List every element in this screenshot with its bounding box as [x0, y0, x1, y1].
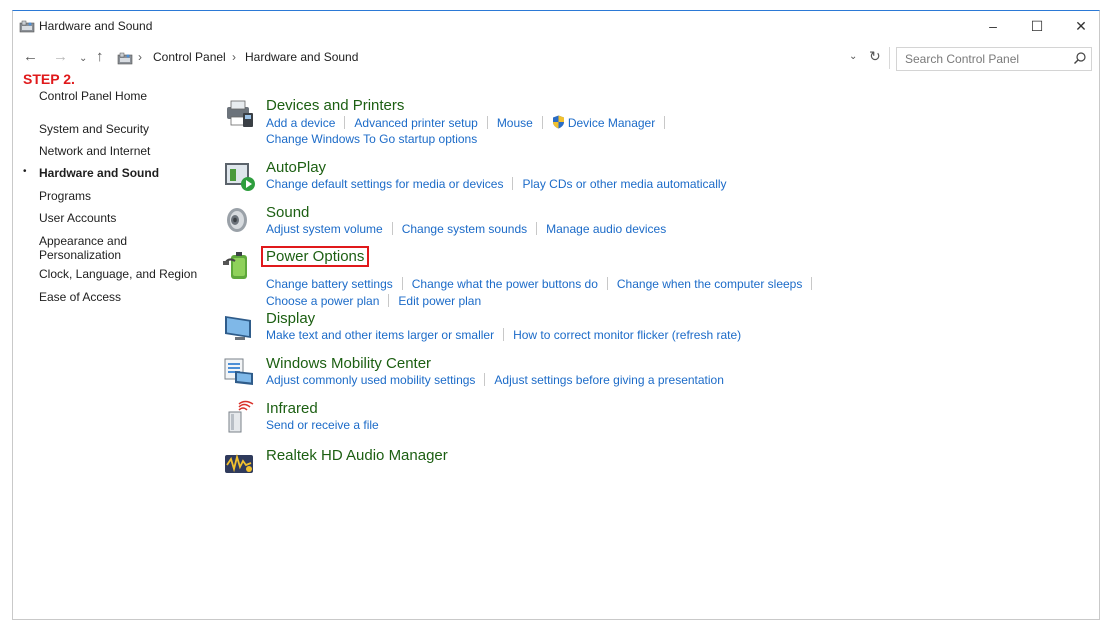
devices-links-row2: Change Windows To Go startup options — [266, 132, 477, 146]
step-label: STEP 2. — [23, 71, 75, 87]
link-separator — [401, 277, 403, 290]
divider — [889, 47, 890, 69]
search-input[interactable] — [897, 48, 1067, 70]
infrared-icon — [228, 400, 254, 433]
link-separator — [484, 373, 486, 386]
link-separator — [344, 116, 346, 129]
manage-audio-devices-link[interactable]: Manage audio devices — [546, 222, 666, 236]
breadcrumb-hardware-sound[interactable]: Hardware and Sound — [245, 50, 358, 64]
link-separator — [606, 277, 608, 290]
link-separator — [512, 177, 514, 190]
autoplay-links-row1: Change default settings for media or dev… — [266, 177, 727, 191]
close-button[interactable]: ✕ — [1059, 11, 1102, 41]
make-text-larger-link[interactable]: Make text and other items larger or smal… — [266, 328, 494, 342]
sidebar-item-ease-of-access[interactable]: Ease of Access — [39, 290, 121, 304]
control-panel-icon — [19, 20, 35, 33]
sound-title[interactable]: Sound — [266, 204, 309, 221]
link-separator — [541, 116, 543, 129]
title-bar: Hardware and Sound – ☐ ✕ — [13, 11, 1099, 41]
link-separator — [388, 294, 390, 307]
display-title[interactable]: Display — [266, 310, 315, 327]
choose-power-plan-link[interactable]: Choose a power plan — [266, 294, 379, 308]
maximize-button[interactable]: ☐ — [1015, 11, 1059, 41]
mobility-links-row1: Adjust commonly used mobility settings Ad… — [266, 373, 724, 387]
monitor-flicker-link[interactable]: How to correct monitor flicker (refresh … — [513, 328, 741, 342]
sidebar-item-clock-language-region[interactable]: Clock, Language, and Region — [39, 267, 197, 281]
devices-printers-icon — [227, 100, 253, 127]
change-power-buttons-link[interactable]: Change what the power buttons do — [412, 277, 598, 291]
sidebar-item-programs[interactable]: Programs — [39, 189, 91, 203]
refresh-button[interactable]: ↻ — [869, 48, 881, 65]
link-separator — [811, 277, 813, 290]
change-computer-sleeps-link[interactable]: Change when the computer sleeps — [617, 277, 802, 291]
display-links-row1: Make text and other items larger or smal… — [266, 328, 741, 342]
devices-printers-title[interactable]: Devices and Printers — [266, 97, 404, 114]
uac-shield-icon — [552, 115, 564, 129]
realtek-title[interactable]: Realtek HD Audio Manager — [266, 447, 448, 464]
breadcrumb-separator[interactable]: › — [138, 50, 142, 64]
speaker-icon — [227, 208, 247, 232]
mouse-link[interactable]: Mouse — [497, 116, 533, 130]
realtek-audio-icon — [225, 453, 253, 473]
search-icon[interactable] — [1073, 51, 1087, 65]
breadcrumb-control-panel[interactable]: Control Panel — [153, 50, 226, 64]
recent-locations-button[interactable]: ⌄ — [79, 50, 87, 68]
advanced-printer-setup-link[interactable]: Advanced printer setup — [354, 116, 477, 130]
change-system-sounds-link[interactable]: Change system sounds — [402, 222, 527, 236]
address-dropdown-button[interactable]: ⌄ — [849, 51, 857, 62]
windows-to-go-link[interactable]: Change Windows To Go startup options — [266, 132, 477, 146]
control-panel-window: Hardware and Sound – ☐ ✕ ← → ⌄ ↑ › Contr… — [12, 10, 1100, 620]
active-bullet: • — [23, 166, 27, 177]
forward-button[interactable]: → — [53, 48, 68, 66]
back-button[interactable]: ← — [23, 48, 38, 66]
device-manager-link[interactable]: Device Manager — [568, 116, 655, 130]
mobility-center-icon — [224, 358, 253, 385]
sidebar-item-system-security[interactable]: System and Security — [39, 122, 149, 136]
presentation-settings-link[interactable]: Adjust settings before giving a presenta… — [494, 373, 723, 387]
devices-links-row1: Add a device Advanced printer setup Mouse D… — [266, 115, 674, 130]
up-button[interactable]: ↑ — [96, 48, 104, 66]
link-separator — [503, 328, 505, 341]
link-separator — [486, 116, 488, 129]
change-battery-settings-link[interactable]: Change battery settings — [266, 277, 393, 291]
link-separator — [536, 222, 538, 235]
sidebar-item-user-accounts[interactable]: User Accounts — [39, 211, 116, 225]
play-cds-automatically-link[interactable]: Play CDs or other media automatically — [522, 177, 726, 191]
change-default-media-settings-link[interactable]: Change default settings for media or dev… — [266, 177, 503, 191]
autoplay-title[interactable]: AutoPlay — [266, 159, 326, 176]
adjust-system-volume-link[interactable]: Adjust system volume — [266, 222, 383, 236]
edit-power-plan-link[interactable]: Edit power plan — [398, 294, 481, 308]
display-monitor-icon — [225, 316, 251, 340]
search-box[interactable] — [896, 47, 1092, 71]
add-device-link[interactable]: Add a device — [266, 116, 335, 130]
sidebar-item-control-panel-home[interactable]: Control Panel Home — [39, 89, 147, 103]
infrared-links-row1: Send or receive a file — [266, 418, 379, 432]
power-links-row1: Change battery settings Change what the p… — [266, 277, 821, 291]
minimize-button[interactable]: – — [971, 11, 1015, 41]
power-links-row2: Choose a power plan Edit power plan — [266, 294, 481, 308]
sidebar-item-appearance[interactable]: Appearance and Personalization — [39, 234, 127, 262]
power-options-title[interactable]: Power Options — [261, 246, 370, 267]
sound-links-row1: Adjust system volume Change system sounds… — [266, 222, 666, 236]
link-separator — [664, 116, 666, 129]
breadcrumb-separator[interactable]: › — [232, 50, 236, 64]
sidebar-item-hardware-sound[interactable]: Hardware and Sound — [39, 166, 159, 180]
link-separator — [391, 222, 393, 235]
window-title: Hardware and Sound — [39, 19, 153, 33]
power-options-icon — [223, 252, 247, 279]
infrared-title[interactable]: Infrared — [266, 400, 318, 417]
control-panel-icon — [117, 52, 133, 65]
autoplay-icon — [225, 163, 255, 191]
navigation-bar: ← → ⌄ ↑ › Control Panel › Hardware and S… — [13, 45, 1099, 71]
sidebar-item-network-internet[interactable]: Network and Internet — [39, 144, 150, 158]
send-receive-file-link[interactable]: Send or receive a file — [266, 418, 379, 432]
adjust-mobility-settings-link[interactable]: Adjust commonly used mobility settings — [266, 373, 475, 387]
mobility-center-title[interactable]: Windows Mobility Center — [266, 355, 431, 372]
